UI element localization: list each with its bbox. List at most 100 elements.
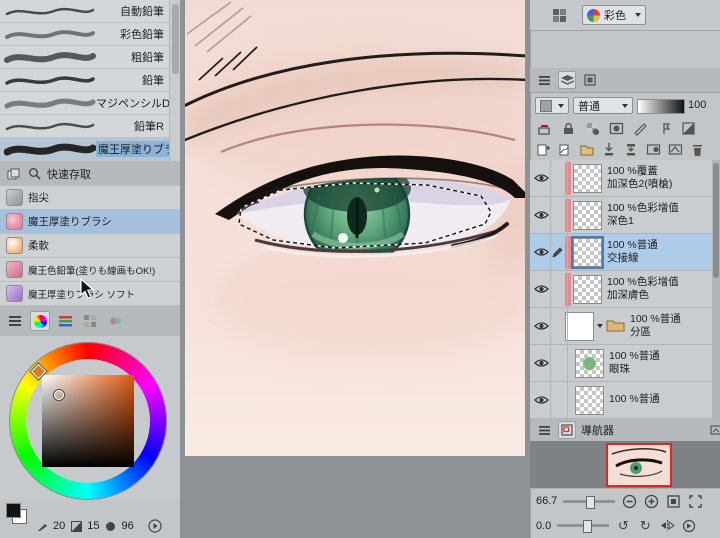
- layer-row[interactable]: 100 %色彩增值 加深膚色: [530, 271, 712, 308]
- folder-expand-arrow[interactable]: [597, 324, 603, 328]
- tab-color-mixing[interactable]: [105, 311, 125, 331]
- zoom-100-icon[interactable]: [665, 493, 681, 509]
- brush-item[interactable]: 自動鉛筆: [0, 0, 180, 23]
- blend-mode-dropdown[interactable]: 普通: [573, 97, 633, 114]
- layer-row-selected[interactable]: 100 %普通 交接線: [530, 234, 712, 271]
- navigator-preview-area[interactable]: [530, 441, 720, 488]
- quick-access-item[interactable]: 指尖: [0, 186, 180, 210]
- delete-layer-icon[interactable]: [689, 141, 705, 157]
- layer-name[interactable]: 交接線: [607, 252, 658, 265]
- layer-color-tag[interactable]: [565, 272, 571, 306]
- lock-layer-icon[interactable]: [560, 120, 576, 136]
- flip-horizontal-icon[interactable]: [659, 518, 675, 534]
- layer-thumbnail[interactable]: [573, 163, 602, 193]
- scrollbar-thumb[interactable]: [172, 4, 179, 74]
- brush-item[interactable]: マジペンシルD: [0, 92, 180, 115]
- rotate-left-icon[interactable]: ↺: [615, 518, 631, 534]
- layer-color-dropdown[interactable]: [535, 97, 569, 114]
- enable-mask-icon[interactable]: [608, 120, 624, 136]
- brush-item[interactable]: 鉛筆: [0, 69, 180, 92]
- visibility-toggle[interactable]: [532, 358, 550, 368]
- brush-item[interactable]: 鉛筆R: [0, 115, 180, 138]
- visibility-toggle[interactable]: [532, 321, 550, 331]
- zoom-out-icon[interactable]: [621, 493, 637, 509]
- layer-color-tag[interactable]: [565, 161, 571, 195]
- apply-mask-icon[interactable]: [667, 141, 683, 157]
- layer-menu-icon[interactable]: [535, 71, 553, 89]
- merge-down-icon[interactable]: [623, 141, 639, 157]
- folder-thumbnail[interactable]: [565, 311, 594, 341]
- tab-layer-property[interactable]: [581, 71, 599, 89]
- new-vector-layer-icon[interactable]: [557, 141, 573, 157]
- layer-list-scrollbar[interactable]: [712, 160, 720, 419]
- ruler-icon[interactable]: [632, 120, 648, 136]
- transfer-down-icon[interactable]: [601, 141, 617, 157]
- layer-thumbnail[interactable]: [573, 274, 602, 304]
- tab-navigator[interactable]: [558, 421, 576, 439]
- layer-name[interactable]: 加深膚色: [607, 289, 679, 302]
- opacity-slider[interactable]: [637, 99, 685, 114]
- opacity-stat-value[interactable]: 15: [87, 520, 99, 532]
- tab-color-sliders[interactable]: [55, 311, 75, 331]
- layer-thumbnail[interactable]: [573, 200, 602, 230]
- zoom-value[interactable]: 66.7: [536, 495, 557, 507]
- hardness-stat-value[interactable]: 96: [122, 520, 134, 532]
- layer-row[interactable]: 100 %普通: [530, 382, 712, 419]
- main-sub-color-swatches[interactable]: [6, 503, 28, 525]
- scrollbar-thumb[interactable]: [713, 163, 719, 278]
- clip-at-layer-icon[interactable]: [536, 120, 552, 136]
- tab-subview[interactable]: [707, 421, 720, 439]
- layer-name[interactable]: 深色1: [607, 215, 679, 228]
- palette-menu-icon[interactable]: [5, 311, 25, 331]
- visibility-toggle[interactable]: [532, 395, 550, 405]
- expand-palette-icon[interactable]: [147, 518, 163, 534]
- zoom-slider-thumb[interactable]: [586, 495, 596, 509]
- pen-size-value[interactable]: 20: [53, 520, 65, 532]
- new-folder-icon[interactable]: [579, 141, 595, 157]
- coloring-mode-dropdown[interactable]: 彩色: [582, 5, 646, 25]
- quick-access-item[interactable]: 柔軟: [0, 234, 180, 258]
- visibility-toggle[interactable]: [532, 210, 550, 220]
- zoom-slider[interactable]: [563, 495, 616, 509]
- tab-color-set[interactable]: [80, 311, 100, 331]
- rotation-slider-thumb[interactable]: [583, 520, 593, 533]
- layer-row[interactable]: 100 %覆蓋 加深色2(噴槍): [530, 160, 712, 197]
- layer-opacity-value[interactable]: 100: [688, 99, 706, 111]
- visibility-toggle[interactable]: [532, 247, 550, 257]
- layer-thumbnail[interactable]: [575, 385, 604, 415]
- lock-transparent-pixels-icon[interactable]: [584, 120, 600, 136]
- main-color-swatch[interactable]: [6, 503, 21, 518]
- layer-thumbnail[interactable]: [571, 235, 604, 269]
- tab-layers[interactable]: [558, 71, 576, 89]
- brush-item[interactable]: 彩色鉛筆: [0, 23, 180, 46]
- navigator-menu-icon[interactable]: [535, 421, 553, 439]
- brush-item[interactable]: 粗鉛筆: [0, 46, 180, 69]
- panel-pages-icon[interactable]: [5, 166, 21, 182]
- saturation-value-square[interactable]: [42, 375, 134, 467]
- layer-row[interactable]: 100 %普通 眼珠: [530, 345, 712, 382]
- new-raster-layer-icon[interactable]: [535, 141, 551, 157]
- layer-name[interactable]: 分區: [630, 326, 681, 339]
- layer-folder-row[interactable]: 100 %普通 分區: [530, 308, 712, 345]
- canvas-artwork[interactable]: [185, 0, 525, 456]
- layer-color-tag[interactable]: [565, 198, 571, 232]
- visibility-toggle[interactable]: [532, 173, 550, 183]
- layer-thumbnail[interactable]: [575, 348, 604, 378]
- search-icon[interactable]: [26, 166, 42, 182]
- tab-color-wheel[interactable]: [30, 311, 50, 331]
- layer-settings-icon[interactable]: [680, 120, 696, 136]
- zoom-in-icon[interactable]: [643, 493, 659, 509]
- rotate-right-icon[interactable]: ↻: [637, 518, 653, 534]
- layer-row[interactable]: 100 %色彩增值 深色1: [530, 197, 712, 234]
- layer-color-tag[interactable]: [565, 235, 571, 269]
- rotation-value[interactable]: 0.0: [536, 520, 551, 532]
- visibility-toggle[interactable]: [532, 284, 550, 294]
- quick-access-item-selected[interactable]: 魔王厚塗りブラシ: [0, 210, 180, 234]
- rotation-slider[interactable]: [557, 520, 610, 533]
- fit-to-screen-icon[interactable]: [687, 493, 703, 509]
- sv-marker[interactable]: [54, 390, 64, 400]
- palette-grid-icon[interactable]: [551, 7, 567, 23]
- create-layer-mask-icon[interactable]: [645, 141, 661, 157]
- layer-name[interactable]: 加深色2(噴槍): [607, 178, 672, 191]
- reference-layer-icon[interactable]: [656, 120, 672, 136]
